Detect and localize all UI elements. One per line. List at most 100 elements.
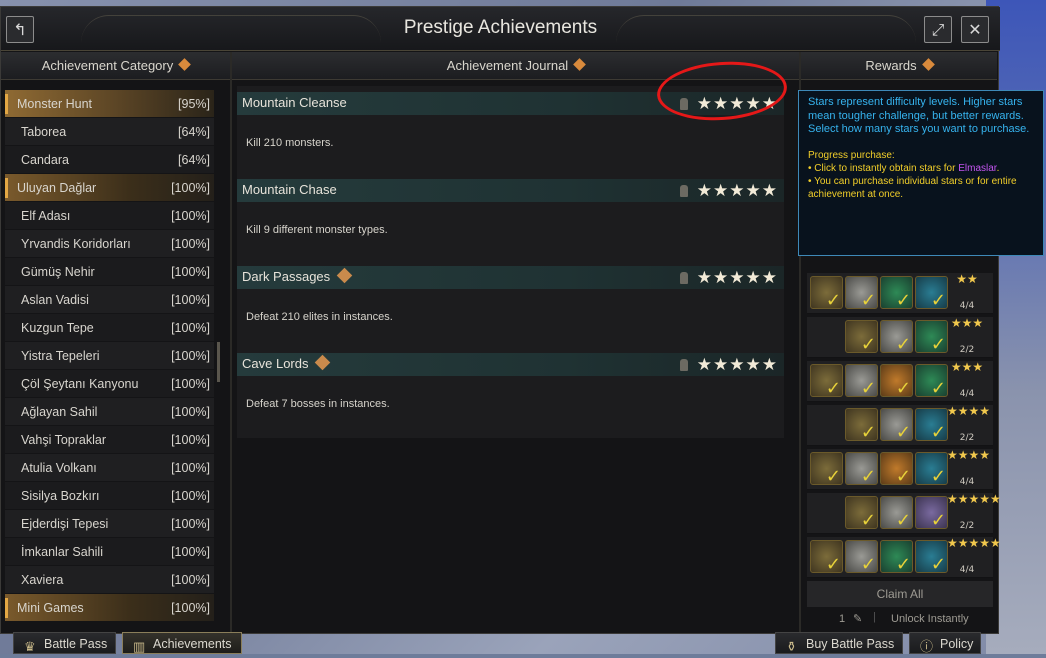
tooltip-text-2: Select how many stars you want to purcha… [808,123,1030,135]
reward-row[interactable]: ★★★★ 2/2 [807,405,993,446]
reward-count: 4/4 [959,565,975,575]
achievement-description: Kill 210 monsters. [246,137,334,149]
reward-item-icon[interactable] [845,408,878,441]
category-item[interactable]: Taborea [64%] [5,118,214,146]
category-item[interactable]: Ejderdişi Tepesi [100%] [5,510,214,538]
category-item[interactable]: Gümüş Nehir [100%] [5,258,214,286]
expand-icon[interactable]: ⤢ [924,16,952,43]
reward-item-icon[interactable] [810,452,843,485]
reward-item-icon[interactable] [915,364,948,397]
category-item[interactable]: Candara [64%] [5,146,214,174]
claim-all-button[interactable]: Claim All [807,581,993,607]
category-item[interactable]: Mini Games [100%] [5,594,214,622]
reward-item-icon[interactable] [915,452,948,485]
reward-item-icon[interactable] [880,540,913,573]
category-item[interactable]: Yistra Tepeleri [100%] [5,342,214,370]
tab-battle-pass-label: Battle Pass [44,637,108,651]
category-item[interactable]: Atulia Volkanı [100%] [5,454,214,482]
category-name: Ejderdişi Tepesi [21,517,109,531]
reward-stars-icon: ★★★★ [947,404,991,418]
reward-item-icon[interactable] [880,408,913,441]
reward-item-icon[interactable] [845,540,878,573]
reward-item-icon[interactable] [880,364,913,397]
title-bar: ↰ Prestige Achievements ⤢ ✕ [1,7,1000,51]
reward-item-icon[interactable] [845,364,878,397]
category-name: Xaviera [21,573,64,587]
policy-button[interactable]: ⓘ Policy [909,632,981,654]
achievement-entry: Cave Lords ★★★★★ Defeat 7 bosses in instan… [237,347,784,434]
tooltip-text-1: Stars represent difficulty levels. Highe… [808,96,1024,122]
category-item[interactable]: Sisilya Bozkırı [100%] [5,482,214,510]
category-item[interactable]: Ağlayan Sahil [100%] [5,398,214,426]
reward-item-icon[interactable] [845,452,878,485]
category-item[interactable]: İmkanlar Sahili [100%] [5,538,214,566]
tab-battle-pass[interactable]: ♛ Battle Pass [13,632,116,654]
category-header-label: Achievement Category [41,58,174,73]
info-icon: ⓘ [920,639,934,654]
category-percent: [100%] [171,517,210,531]
category-name: Sisilya Bozkırı [21,489,100,503]
difficulty-stars[interactable]: ★★★★★ [697,180,778,202]
lock-icon [680,185,688,197]
category-item[interactable]: Çöl Şeytanı Kanyonu [100%] [5,370,214,398]
achievement-entry: Mountain Chase ★★★★★ Kill 9 different mons… [237,173,784,260]
reward-row[interactable]: ★★★★★ 4/4 [807,537,1001,578]
achievement-entry: Dark Passages ★★★★★ Defeat 210 elites in i… [237,260,784,347]
category-item[interactable]: Aslan Vadisi [100%] [5,286,214,314]
category-scrollbar[interactable] [217,342,220,382]
tooltip-bullet-1: • Click to instantly obtain stars for El… [808,162,1000,174]
reward-item-icon[interactable] [880,320,913,353]
unlock-instantly-button[interactable]: Unlock Instantly [891,613,969,625]
lock-icon [680,359,688,371]
reward-item-icon[interactable] [810,540,843,573]
reward-item-icon[interactable] [810,364,843,397]
reward-item-icon[interactable] [915,320,948,353]
category-item[interactable]: Yrvandis Koridorları [100%] [5,230,214,258]
achievement-description: Defeat 7 bosses in instances. [246,398,390,410]
buy-battle-pass-button[interactable]: ⚱ Buy Battle Pass [775,632,903,654]
category-item[interactable]: Xaviera [100%] [5,566,214,594]
tab-achievements[interactable]: ▥ Achievements [122,632,242,654]
category-item[interactable]: Uluyan Dağlar [100%] [5,174,214,202]
reward-item-icon[interactable] [845,496,878,529]
reward-item-icon[interactable] [880,452,913,485]
category-item[interactable]: Monster Hunt [95%] [5,90,214,118]
category-item[interactable]: Elf Adası [100%] [5,202,214,230]
reward-item-icon[interactable] [845,320,878,353]
achievement-description: Defeat 210 elites in instances. [246,311,393,323]
journal-header-label: Achievement Journal [446,58,569,73]
category-name: Monster Hunt [17,97,93,111]
reward-row[interactable]: ★★★ 4/4 [807,361,993,402]
reward-item-icon[interactable] [810,276,843,309]
gem-icon [315,354,331,371]
category-item[interactable]: Kuzgun Tepe [100%] [5,314,214,342]
reward-item-icon[interactable] [880,496,913,529]
difficulty-stars[interactable]: ★★★★★ [697,267,778,289]
category-percent: [100%] [171,405,210,419]
achievement-header: Dark Passages ★★★★★ [237,266,784,289]
reward-row[interactable]: ★★★★ 4/4 [807,449,993,490]
category-item[interactable]: Vahşi Topraklar [100%] [5,426,214,454]
category-percent: [64%] [178,125,210,139]
reward-item-icon[interactable] [915,496,948,529]
category-percent: [100%] [171,237,210,251]
reward-row[interactable]: ★★ 4/4 [807,273,993,314]
stars-tooltip: Stars represent difficulty levels. Highe… [798,90,1044,256]
reward-row[interactable]: ★★★★★ 2/2 [807,493,1001,534]
category-name: Mini Games [17,601,84,615]
reward-item-icon[interactable] [915,540,948,573]
gem-icon [336,267,353,284]
category-name: Aslan Vadisi [21,293,89,307]
reward-count: 4/4 [959,301,975,311]
reward-row[interactable]: ★★★ 2/2 [807,317,993,358]
reward-item-icon[interactable] [845,276,878,309]
category-name: Uluyan Dağlar [17,181,97,195]
category-percent: [100%] [171,377,210,391]
achievement-journal: Mountain Cleanse ★★★★★ Kill 210 monsters. M… [237,86,784,438]
reward-item-icon[interactable] [880,276,913,309]
reward-item-icon[interactable] [915,276,948,309]
reward-item-icon[interactable] [915,408,948,441]
category-percent: [95%] [178,97,210,111]
close-icon[interactable]: ✕ [961,16,989,43]
difficulty-stars[interactable]: ★★★★★ [697,354,778,376]
